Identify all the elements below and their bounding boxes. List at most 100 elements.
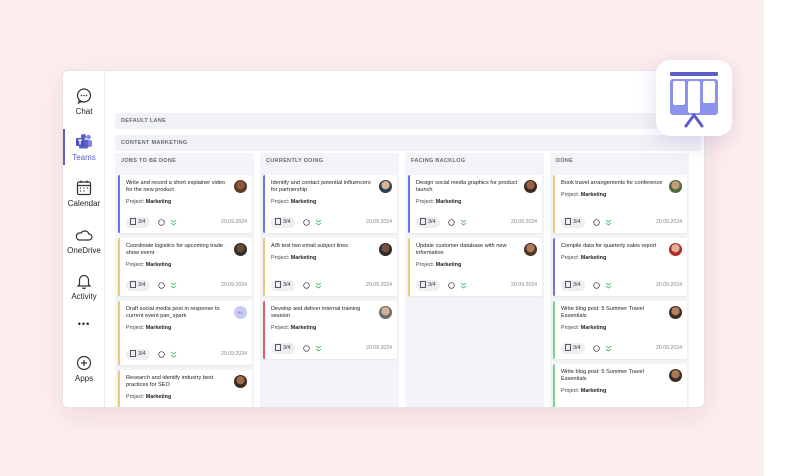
sidebar-item-label: Apps bbox=[74, 374, 94, 383]
card-project: Project: Marketing bbox=[271, 199, 317, 205]
task-card[interactable]: Develop and deliver internal training se… bbox=[263, 301, 397, 359]
comment-icon[interactable] bbox=[158, 282, 165, 289]
card-title: Update customer database with new inform… bbox=[416, 243, 507, 256]
avatar[interactable] bbox=[379, 306, 392, 319]
sidebar-item-label: Teams bbox=[72, 153, 96, 162]
comment-icon[interactable] bbox=[303, 219, 310, 226]
plus-circle-icon bbox=[76, 355, 92, 371]
comment-icon[interactable] bbox=[448, 282, 455, 289]
sidebar-item-calendar[interactable]: Calendar bbox=[63, 179, 105, 208]
comment-icon[interactable] bbox=[158, 219, 165, 226]
card-project: Project: Marketing bbox=[416, 262, 462, 268]
avatar[interactable]: AL bbox=[234, 306, 247, 319]
teams-icon bbox=[76, 133, 92, 149]
comment-icon[interactable] bbox=[448, 219, 455, 226]
checklist-badge[interactable]: 3/4 bbox=[561, 280, 585, 291]
task-card[interactable]: Research and identify industry best prac… bbox=[118, 370, 252, 407]
avatar[interactable] bbox=[379, 243, 392, 256]
more-button[interactable]: ••• bbox=[63, 319, 105, 329]
card-title: Write blog post: 5 Summer Travel Essenti… bbox=[561, 306, 644, 319]
avatar[interactable] bbox=[524, 243, 537, 256]
due-date: 20.09.2024 bbox=[656, 282, 682, 288]
kanban-board-icon bbox=[670, 72, 718, 128]
onedrive-icon bbox=[75, 230, 93, 241]
task-card[interactable]: Coordinate logistics for upcoming trade … bbox=[118, 238, 252, 296]
checklist-badge[interactable]: 3/4 bbox=[126, 349, 150, 360]
chevron-down-icon bbox=[315, 219, 322, 226]
card-project: Project: Marketing bbox=[561, 325, 607, 331]
card-footer: 3/4 20.09.2024 bbox=[126, 280, 247, 292]
due-date: 20.09.2024 bbox=[656, 345, 682, 351]
card-title: Design social media graphics for product… bbox=[416, 180, 518, 193]
checklist-badge[interactable]: 3/4 bbox=[126, 217, 150, 228]
comment-icon[interactable] bbox=[303, 345, 310, 352]
checklist-badge[interactable]: 3/4 bbox=[126, 280, 150, 291]
avatar[interactable] bbox=[669, 243, 682, 256]
sidebar-item-apps[interactable]: Apps bbox=[63, 354, 105, 383]
due-date: 20.09.2024 bbox=[366, 282, 392, 288]
comment-icon[interactable] bbox=[303, 282, 310, 289]
comment-icon[interactable] bbox=[593, 345, 600, 352]
sidebar-item-chat[interactable]: Chat bbox=[63, 87, 105, 116]
checklist-badge[interactable]: 3/4 bbox=[561, 217, 585, 228]
task-card[interactable]: Update customer database with new inform… bbox=[408, 238, 542, 296]
avatar[interactable] bbox=[234, 375, 247, 388]
chat-icon bbox=[76, 88, 92, 105]
checklist-badge[interactable]: 3/4 bbox=[271, 280, 295, 291]
task-card[interactable]: Design social media graphics for product… bbox=[408, 175, 542, 233]
avatar[interactable] bbox=[669, 180, 682, 193]
comment-icon[interactable] bbox=[593, 219, 600, 226]
document-icon bbox=[420, 218, 426, 225]
avatar[interactable] bbox=[669, 306, 682, 319]
avatar[interactable] bbox=[234, 243, 247, 256]
avatar[interactable] bbox=[234, 180, 247, 193]
task-card[interactable]: Identify and contact potential influence… bbox=[263, 175, 397, 233]
task-card[interactable]: Write and record a short explainer video… bbox=[118, 175, 252, 233]
due-date: 20.09.2024 bbox=[366, 345, 392, 351]
card-project: Project: Marketing bbox=[271, 325, 317, 331]
column-title: FACING BACKLOG bbox=[411, 158, 466, 164]
checklist-badge[interactable]: 3/4 bbox=[416, 217, 440, 228]
avatar[interactable] bbox=[379, 180, 392, 193]
avatar[interactable] bbox=[524, 180, 537, 193]
comment-icon[interactable] bbox=[158, 351, 165, 358]
avatar[interactable] bbox=[669, 369, 682, 382]
task-card[interactable]: Write blog post: 5 Summer Travel Essenti… bbox=[553, 301, 687, 359]
checklist-badge[interactable]: 3/4 bbox=[271, 217, 295, 228]
task-card[interactable]: A/B test two email subject lines Project… bbox=[263, 238, 397, 296]
checklist-badge[interactable]: 3/4 bbox=[271, 343, 295, 354]
card-footer: 3/4 20.09.2024 bbox=[271, 217, 392, 229]
sidebar-item-label: Calendar bbox=[67, 199, 101, 208]
card-title: Draft social media post in response to c… bbox=[126, 306, 220, 319]
card-title: Develop and deliver internal training se… bbox=[271, 306, 361, 319]
checklist-badge[interactable]: 3/4 bbox=[416, 280, 440, 291]
sidebar-item-teams[interactable]: Teams bbox=[63, 129, 105, 165]
card-title: Research and identify industry best prac… bbox=[126, 375, 214, 388]
kanban-board: DEFAULT LANE CONTENT MARKETING JOBS TO B… bbox=[115, 113, 701, 407]
sidebar-item-onedrive[interactable]: OneDrive bbox=[63, 226, 105, 255]
checklist-badge[interactable]: 3/4 bbox=[561, 343, 585, 354]
column-done: DONE Book travel arrangements for confer… bbox=[550, 153, 689, 407]
teams-window: Chat Teams Calendar OneDrive Activity ••… bbox=[62, 70, 705, 408]
task-card[interactable]: Draft social media post in response to c… bbox=[118, 301, 252, 365]
card-footer: 3/4 20.09.2024 bbox=[416, 280, 537, 292]
sidebar-item-activity[interactable]: Activity bbox=[63, 272, 105, 301]
card-project: Project: Marketing bbox=[126, 325, 172, 331]
swimlane-header: CONTENT MARKETING bbox=[115, 135, 701, 151]
card-footer: 3/4 20.09.2024 bbox=[126, 217, 247, 229]
due-date: 20.09.2024 bbox=[366, 219, 392, 225]
comment-icon[interactable] bbox=[593, 282, 600, 289]
card-project: Project: Marketing bbox=[271, 255, 317, 261]
task-card[interactable]: Compile data for quarterly sales report … bbox=[553, 238, 687, 296]
card-title: A/B test two email subject lines bbox=[271, 243, 349, 249]
document-icon bbox=[275, 281, 281, 288]
card-title: Identify and contact potential influence… bbox=[271, 180, 371, 193]
task-card[interactable]: Write blog post: 5 Summer Travel Essenti… bbox=[553, 364, 687, 407]
column-title: DONE bbox=[556, 158, 574, 164]
app-sidebar: Chat Teams Calendar OneDrive Activity ••… bbox=[63, 71, 105, 407]
column-title: CURRENTLY DOING bbox=[266, 158, 324, 164]
document-icon bbox=[275, 218, 281, 225]
task-card[interactable]: Book travel arrangements for conference … bbox=[553, 175, 687, 233]
chevron-down-icon bbox=[605, 345, 612, 352]
document-icon bbox=[130, 218, 136, 225]
